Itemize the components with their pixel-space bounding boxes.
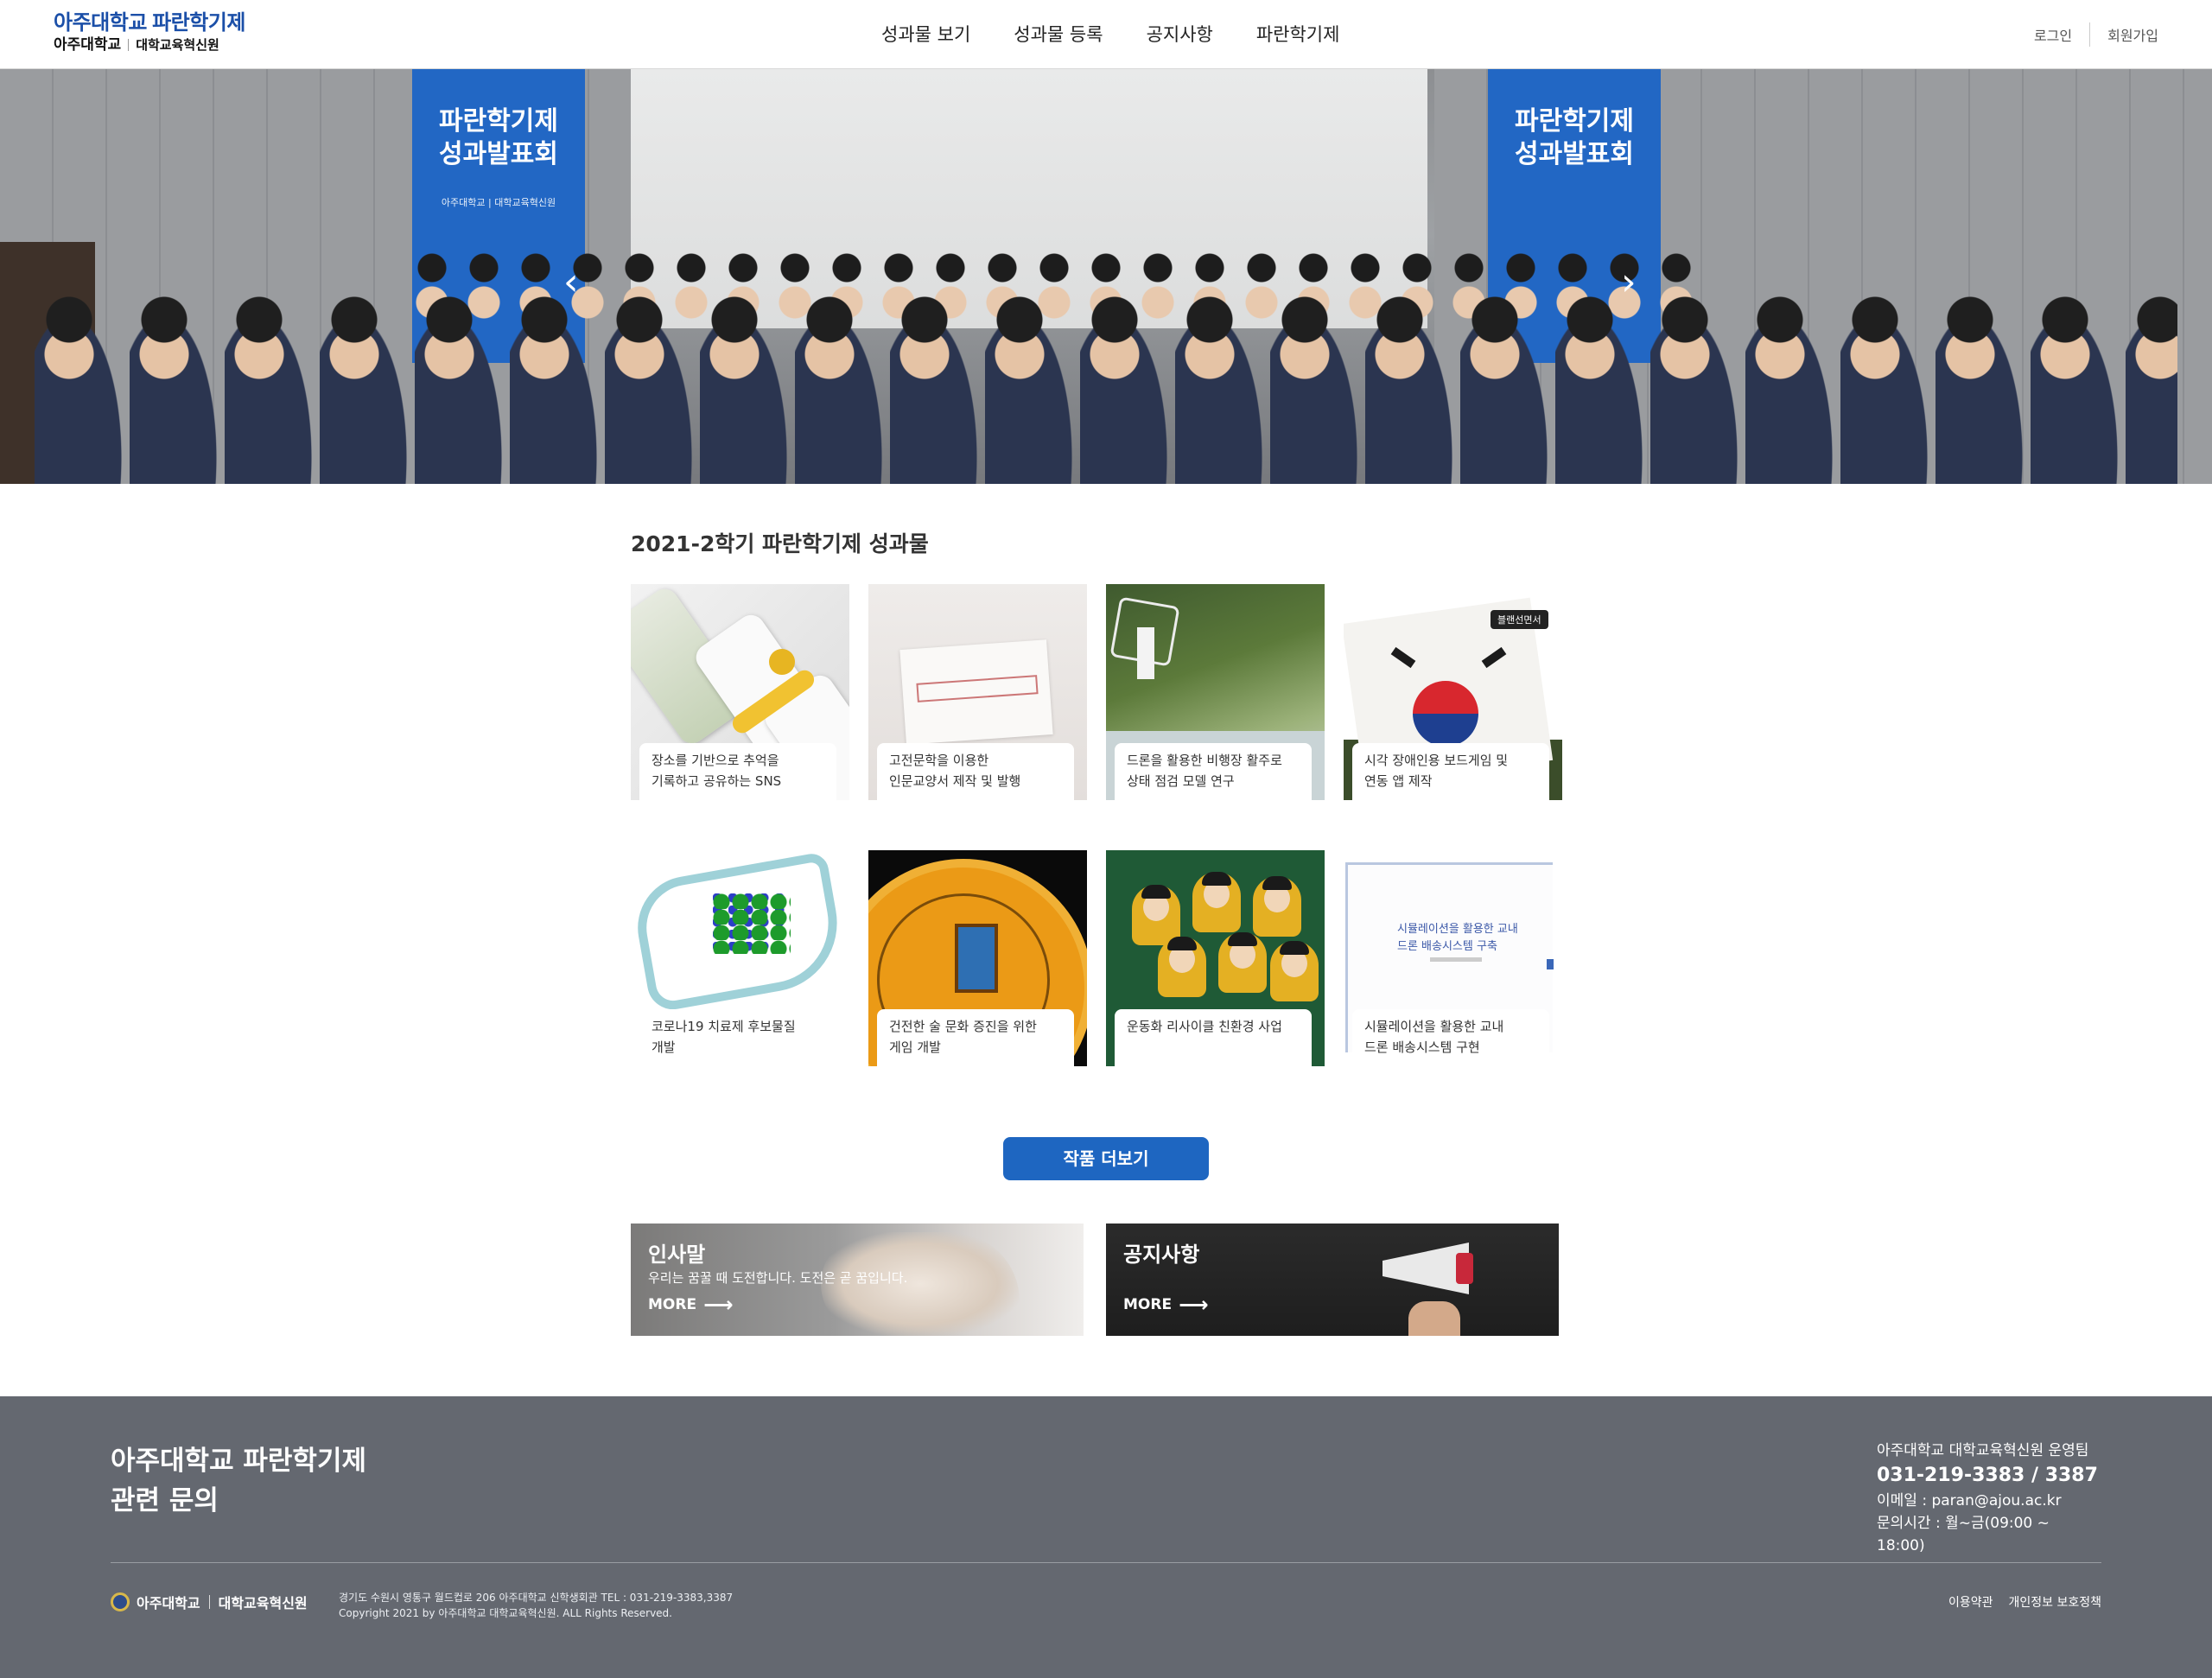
thumbnail-slide-text: 시뮬레이션을 활용한 교내 드론 배송시스템 구축 (1397, 921, 1518, 956)
footer-logo-sub: 대학교육혁신원 (218, 1595, 308, 1611)
result-card-label: 운동화 리사이클 친환경 사업 (1115, 1009, 1312, 1066)
footer-title: 아주대학교 파란학기제 관련 문의 (111, 1441, 366, 1521)
footer-address: 경기도 수원시 영통구 월드컵로 206 아주대학교 신학생회관 TEL : 0… (339, 1592, 734, 1604)
result-card-label: 코로나19 치료제 후보물질 개발 (639, 1009, 836, 1066)
result-card-label: 시뮬레이션을 활용한 교내 드론 배송시스템 구현 (1352, 1009, 1549, 1066)
footer-email: 이메일 : paran@ajou.ac.kr (1877, 1492, 2062, 1510)
result-card-title-line1: 건전한 술 문화 증진을 위한 (889, 1019, 1037, 1034)
greeting-description: 우리는 꿈꿀 때 도전합니다. 도전은 곧 꿈입니다. (648, 1270, 908, 1286)
results-grid: 장소를 기반으로 추억을 기록하고 공유하는 SNS 고전문학을 이용한 인문교… (631, 584, 1581, 1066)
crowd-front-row (35, 294, 2177, 484)
greeting-more-link[interactable]: MORE ⟶ (648, 1294, 733, 1315)
result-card-label: 장소를 기반으로 추억을 기록하고 공유하는 SNS (639, 743, 836, 800)
footer-hours: 문의시간 : 월~금(09:00 ~ 18:00) (1877, 1515, 2050, 1554)
hero-banner-right-title2: 성과발표회 (1515, 139, 1634, 169)
arrow-right-icon: ⟶ (703, 1293, 734, 1317)
footer-title-line2: 관련 문의 (111, 1485, 219, 1516)
logo-divider (128, 39, 130, 51)
thumbnail-slide-line2: 드론 배송시스템 구축 (1397, 940, 1497, 953)
result-card-label: 고전문학을 이용한 인문교양서 제작 및 발행 (877, 743, 1074, 800)
hero-photo-crowd (0, 242, 2212, 484)
greeting-banner[interactable]: 인사말 우리는 꿈꿀 때 도전합니다. 도전은 곧 꿈입니다. MORE ⟶ (631, 1224, 1084, 1336)
site-header: 아주대학교 파란학기제 아주대학교 대학교육혁신원 성과물 보기 성과물 등록 … (0, 0, 2212, 69)
notice-title: 공지사항 (1123, 1243, 1200, 1267)
footer-contact: 아주대학교 대학교육혁신원 운영팀 031-219-3383 / 3387 이메… (1877, 1440, 2101, 1557)
arrow-right-icon: ⟶ (1179, 1293, 1209, 1317)
result-card[interactable]: 고전문학을 이용한 인문교양서 제작 및 발행 (868, 584, 1087, 800)
nav-item-paran-semester[interactable]: 파란학기제 (1256, 21, 1340, 48)
result-card-title-line1: 시뮬레이션을 활용한 교내 (1364, 1019, 1504, 1034)
result-card[interactable]: 코로나19 치료제 후보물질 개발 (631, 850, 849, 1066)
result-card-label: 드론을 활용한 비행장 활주로 상태 점검 모델 연구 (1115, 743, 1312, 800)
result-card-title-line2: 게임 개발 (889, 1039, 941, 1055)
footer-phone: 031-219-3383 / 3387 (1877, 1465, 2098, 1486)
privacy-link[interactable]: 개인정보 보호정책 (2009, 1593, 2102, 1611)
result-card[interactable]: 드론을 활용한 비행장 활주로 상태 점검 모델 연구 (1106, 584, 1325, 800)
footer-title-line1: 아주대학교 파란학기제 (111, 1446, 366, 1477)
site-logo[interactable]: 아주대학교 파란학기제 아주대학교 대학교육혁신원 (54, 12, 245, 54)
result-card[interactable]: 시뮬레이션을 활용한 교내 드론 배송시스템 구축 시뮬레이션을 활용한 교내 … (1344, 850, 1562, 1066)
result-card-title-line1: 시각 장애인용 보드게임 및 (1364, 753, 1509, 768)
result-card-title-line1: 코로나19 치료제 후보물질 (652, 1019, 796, 1034)
thumbnail-badge: 블랜선면서 (1491, 610, 1548, 629)
util-divider (2089, 22, 2091, 47)
result-card-title-line1: 고전문학을 이용한 (889, 753, 989, 768)
university-emblem-icon (111, 1592, 130, 1611)
greeting-more-label: MORE (648, 1296, 697, 1313)
footer-logo: 아주대학교 대학교육혁신원 (111, 1592, 308, 1612)
logo-title: 아주대학교 파란학기제 (54, 11, 245, 35)
hero-banner-left-title1: 파란학기제 (439, 106, 558, 137)
result-card-title-line1: 운동화 리사이클 친환경 사업 (1127, 1019, 1282, 1034)
footer-team: 아주대학교 대학교육혁신원 운영팀 (1877, 1442, 2089, 1459)
hero-prev-icon[interactable]: ‹ (563, 264, 579, 302)
footer-copyright: Copyright 2021 by 아주대학교 대학교육혁신원. ALL Rig… (339, 1607, 672, 1619)
view-more-button[interactable]: 작품 더보기 (1003, 1137, 1209, 1180)
greeting-title: 인사말 (648, 1243, 706, 1267)
hero-banner-left-title2: 성과발표회 (439, 139, 558, 169)
signup-link[interactable]: 회원가입 (2107, 24, 2158, 45)
megaphone-accent (1456, 1253, 1473, 1284)
logo-univ: 아주대학교 (54, 36, 122, 54)
result-card-title-line1: 장소를 기반으로 추억을 (652, 753, 779, 768)
nav-item-register-results[interactable]: 성과물 등록 (1014, 21, 1103, 48)
result-card-title-line2: 인문교양서 제작 및 발행 (889, 773, 1021, 789)
result-card[interactable]: 건전한 술 문화 증진을 위한 게임 개발 (868, 850, 1087, 1066)
footer-address-block: 경기도 수원시 영통구 월드컵로 206 아주대학교 신학생회관 TEL : 0… (339, 1590, 733, 1621)
result-card-label: 시각 장애인용 보드게임 및 연동 앱 제작 (1352, 743, 1549, 800)
result-card-title-line2: 연동 앱 제작 (1364, 773, 1433, 789)
result-card-title-line1: 드론을 활용한 비행장 활주로 (1127, 753, 1282, 768)
user-menu: 로그인 회원가입 (2034, 22, 2158, 47)
hero-next-icon[interactable]: › (1621, 264, 1637, 302)
notice-more-label: MORE (1123, 1296, 1173, 1313)
result-card-title-line2: 드론 배송시스템 구현 (1364, 1039, 1480, 1055)
logo-subtitle: 아주대학교 대학교육혁신원 (54, 36, 245, 54)
footer-links: 이용약관 개인정보 보호정책 (1933, 1593, 2101, 1611)
footer-logo-main: 아주대학교 (137, 1595, 200, 1611)
result-card-title-line2: 기록하고 공유하는 SNS (652, 773, 782, 789)
hero-banner-right-title1: 파란학기제 (1515, 106, 1634, 137)
result-card[interactable]: 블랜선면서 시각 장애인용 보드게임 및 연동 앱 제작 (1344, 584, 1562, 800)
nav-item-view-results[interactable]: 성과물 보기 (881, 21, 970, 48)
result-card-title-line2: 상태 점검 모델 연구 (1127, 773, 1235, 789)
results-section-title: 2021-2학기 파란학기제 성과물 (631, 531, 929, 556)
hand-image (1408, 1301, 1460, 1336)
site-footer: 아주대학교 파란학기제 관련 문의 아주대학교 대학교육혁신원 운영팀 031-… (0, 1396, 2212, 1678)
nav-item-notices[interactable]: 공지사항 (1147, 21, 1213, 48)
terms-link[interactable]: 이용약관 (1948, 1593, 1993, 1611)
result-card-title-line2: 개발 (652, 1039, 676, 1055)
hero-slider: 파란학기제 성과발표회 아주대학교 | 대학교육혁신원 파란학기제 성과발표회 … (0, 69, 2212, 484)
result-card-label: 건전한 술 문화 증진을 위한 게임 개발 (877, 1009, 1074, 1066)
main-nav: 성과물 보기 성과물 등록 공지사항 파란학기제 (881, 21, 1382, 48)
footer-logo-divider (208, 1595, 210, 1609)
notice-banner[interactable]: 공지사항 MORE ⟶ (1106, 1224, 1559, 1336)
notice-more-link[interactable]: MORE ⟶ (1123, 1294, 1208, 1315)
result-card[interactable]: 장소를 기반으로 추억을 기록하고 공유하는 SNS (631, 584, 849, 800)
login-link[interactable]: 로그인 (2034, 24, 2072, 45)
result-card[interactable]: 운동화 리사이클 친환경 사업 (1106, 850, 1325, 1066)
logo-institute: 대학교육혁신원 (136, 37, 219, 53)
footer-divider (111, 1562, 2101, 1563)
thumbnail-slide-line1: 시뮬레이션을 활용한 교내 (1397, 923, 1518, 936)
hero-banner-left-sub: 아주대학교 | 대학교육혁신원 (441, 197, 556, 208)
